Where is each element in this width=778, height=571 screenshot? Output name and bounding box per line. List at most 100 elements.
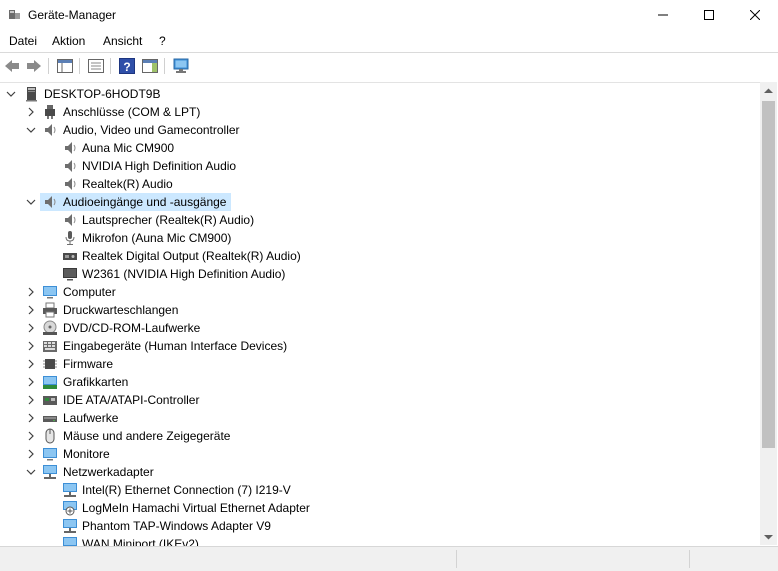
chevron-right-icon[interactable] <box>25 340 37 352</box>
window-title: Geräte-Manager <box>28 8 117 22</box>
chevron-down-icon[interactable] <box>5 88 17 100</box>
tree-item-label: Audioeingänge und -ausgänge <box>63 195 227 209</box>
tree-item-label: Firmware <box>63 357 113 371</box>
microphone-icon <box>65 231 75 245</box>
keyboard-icon <box>43 341 57 352</box>
chevron-right-icon[interactable] <box>25 106 37 118</box>
svg-text:?: ? <box>123 60 130 74</box>
mouse-icon <box>45 428 55 444</box>
tree-device[interactable]: LogMeIn Hamachi Virtual Ethernet Adapter <box>0 499 760 517</box>
chevron-right-icon[interactable] <box>25 448 37 460</box>
tree-category-drives[interactable]: Laufwerke <box>0 409 760 427</box>
controller-icon <box>43 396 57 405</box>
tree-category-hid[interactable]: Eingabegeräte (Human Interface Devices) <box>0 337 760 355</box>
speaker-icon <box>65 178 76 190</box>
tree-device[interactable]: Lautsprecher (Realtek(R) Audio) <box>0 211 760 229</box>
tree-category-ide[interactable]: IDE ATA/ATAPI-Controller <box>0 391 760 409</box>
forward-button[interactable] <box>25 57 43 75</box>
chevron-right-icon[interactable] <box>25 286 37 298</box>
chevron-down-icon[interactable] <box>25 466 37 478</box>
menu-help[interactable]: ? <box>159 34 166 48</box>
toolbar-separator <box>164 58 165 74</box>
vertical-scrollbar[interactable] <box>760 82 777 545</box>
tree-device[interactable]: Realtek Digital Output (Realtek(R) Audio… <box>0 247 760 265</box>
tree-category-audio-io[interactable]: Audioeingänge und -ausgänge <box>0 193 760 211</box>
chevron-right-icon[interactable] <box>25 358 37 370</box>
toolbar: ? <box>0 53 778 79</box>
tree-category-monitors[interactable]: Monitore <box>0 445 760 463</box>
console-tree-button[interactable] <box>56 57 74 75</box>
tree-category-print-queues[interactable]: Druckwarteschlangen <box>0 301 760 319</box>
action-pane-button[interactable] <box>141 57 159 75</box>
help-button[interactable]: ? <box>118 57 136 75</box>
chevron-right-icon[interactable] <box>25 376 37 388</box>
tree-category-network[interactable]: Netzwerkadapter <box>0 463 760 481</box>
tree-category-graphics[interactable]: Grafikkarten <box>0 373 760 391</box>
tree-category-ports[interactable]: Anschlüsse (COM & LPT) <box>0 103 760 121</box>
scan-hardware-icon <box>173 58 189 73</box>
speaker-icon <box>65 142 76 154</box>
tree-category-mice[interactable]: Mäuse und andere Zeigegeräte <box>0 427 760 445</box>
tree-root[interactable]: DESKTOP-6HODT9B <box>0 85 760 103</box>
toolbar-separator <box>110 58 111 74</box>
scroll-down-arrow-icon <box>764 534 773 539</box>
close-button[interactable] <box>732 0 778 30</box>
tree-category-audio-video[interactable]: Audio, Video und Gamecontroller <box>0 121 760 139</box>
tree-device[interactable]: Realtek(R) Audio <box>0 175 760 193</box>
device-tree[interactable]: DESKTOP-6HODT9B Anschlüsse (COM & LPT) A… <box>0 82 760 546</box>
back-button[interactable] <box>3 57 21 75</box>
properties-button[interactable] <box>87 57 105 75</box>
tree-item-label: Phantom TAP-Windows Adapter V9 <box>82 519 271 533</box>
tree-category-computer[interactable]: Computer <box>0 283 760 301</box>
chevron-right-icon[interactable] <box>25 322 37 334</box>
chevron-right-icon[interactable] <box>25 394 37 406</box>
properties-icon <box>88 59 104 73</box>
chevron-down-icon[interactable] <box>25 124 37 136</box>
speaker-icon <box>45 196 56 208</box>
chevron-right-icon[interactable] <box>25 304 37 316</box>
scan-hardware-button[interactable] <box>172 57 190 75</box>
minimize-button[interactable] <box>640 0 686 30</box>
tree-device[interactable]: Phantom TAP-Windows Adapter V9 <box>0 517 760 535</box>
tree-item-label: IDE ATA/ATAPI-Controller <box>63 393 200 407</box>
network-adapter-icon <box>63 537 77 546</box>
tree-item-label: Intel(R) Ethernet Connection (7) I219-V <box>82 483 291 497</box>
virtual-adapter-icon <box>63 501 77 516</box>
chevron-down-icon[interactable] <box>25 196 37 208</box>
tree-device[interactable]: W2361 (NVIDIA High Definition Audio) <box>0 265 760 283</box>
optical-drive-icon <box>43 320 57 335</box>
menu-view[interactable]: Ansicht <box>103 34 142 48</box>
tree-item-label: Anschlüsse (COM & LPT) <box>63 105 201 119</box>
maximize-button[interactable] <box>686 0 732 30</box>
chevron-right-icon[interactable] <box>25 412 37 424</box>
menu-file[interactable]: Datei <box>9 34 37 48</box>
speaker-icon <box>45 124 56 136</box>
port-connector-icon <box>45 105 55 119</box>
tree-device[interactable]: Auna Mic CM900 <box>0 139 760 157</box>
tree-item-label: Lautsprecher (Realtek(R) Audio) <box>82 213 255 227</box>
disk-drive-icon <box>43 416 57 422</box>
scroll-thumb[interactable] <box>762 101 775 448</box>
printer-icon <box>43 302 57 318</box>
tree-item-label: DVD/CD-ROM-Laufwerke <box>63 321 201 335</box>
tree-category-firmware[interactable]: Firmware <box>0 355 760 373</box>
scroll-down-button[interactable] <box>760 528 777 545</box>
tree-device[interactable]: Intel(R) Ethernet Connection (7) I219-V <box>0 481 760 499</box>
tree-item-label: Grafikkarten <box>63 375 129 389</box>
tree-device[interactable]: WAN Miniport (IKEv2) <box>0 535 760 546</box>
tree-category-dvd[interactable]: DVD/CD-ROM-Laufwerke <box>0 319 760 337</box>
tree-device[interactable]: Mikrofon (Auna Mic CM900) <box>0 229 760 247</box>
chip-icon <box>43 359 57 369</box>
tree-item-label: NVIDIA High Definition Audio <box>82 159 237 173</box>
title-bar: Geräte-Manager <box>0 0 778 30</box>
tree-item-label: Eingabegeräte (Human Interface Devices) <box>63 339 288 353</box>
scroll-up-button[interactable] <box>760 82 777 99</box>
chevron-right-icon[interactable] <box>25 430 37 442</box>
close-icon <box>750 10 760 20</box>
device-manager-app-icon <box>9 10 20 19</box>
tree-device[interactable]: NVIDIA High Definition Audio <box>0 157 760 175</box>
graphics-card-icon <box>43 376 57 389</box>
menu-action[interactable]: Aktion <box>52 34 85 48</box>
tree-item-label: Computer <box>63 285 116 299</box>
toolbar-separator <box>48 58 49 74</box>
